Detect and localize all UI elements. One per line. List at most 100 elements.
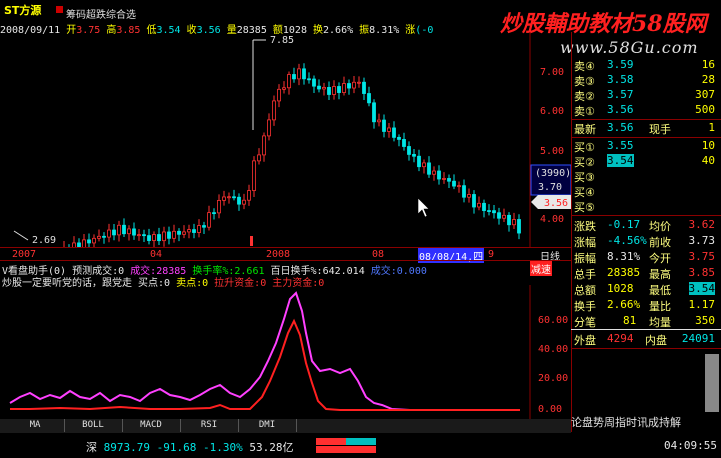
candle-body (512, 219, 516, 226)
candle-body (217, 199, 221, 214)
candle-body (137, 234, 141, 237)
current-price: 3.56 (544, 198, 568, 209)
candle-body (152, 234, 156, 241)
message-strip[interactable]: 论盘势周指时讯成持解 (571, 414, 721, 430)
ask-row[interactable]: 卖④ 3.59 16 (571, 58, 719, 73)
ind-tick-0: 0.00 (538, 404, 562, 415)
candle-body (97, 235, 101, 239)
stat-row: 总额 1028 最低 3.54 (574, 282, 715, 297)
date-tick: 08 (372, 249, 385, 260)
candle-body (332, 86, 336, 95)
candle-body (122, 224, 126, 235)
price-tick-7: 7.00 (540, 67, 564, 78)
candle-body (182, 231, 186, 235)
quote-panel: 卖④ 3.59 16 卖③ 3.58 28 卖② 3.57 307 卖① 3.56 500 最新… (571, 58, 721, 420)
candle-body (337, 86, 341, 93)
bid-row[interactable]: 买① 3.55 10 (571, 139, 719, 154)
candle-body (267, 119, 271, 137)
candle-body (442, 178, 446, 180)
tool-icon (56, 6, 63, 13)
candle-body (462, 185, 466, 198)
outer-inner-row: 外盘 4294 内盘 24091 (574, 332, 715, 347)
bid-row[interactable]: 买⑤ (571, 199, 719, 214)
candle-body (327, 87, 331, 95)
candle-body (422, 162, 426, 168)
indicator-chart[interactable]: 60.00 40.00 20.00 0.00 (0, 285, 571, 419)
tab-dmi[interactable]: DMI (238, 419, 297, 432)
low-marker-line (13, 230, 29, 241)
tab-rsi[interactable]: RSI (180, 419, 239, 432)
tool-label[interactable]: 筹码超跌综合选 (66, 6, 136, 21)
candle-body (147, 235, 151, 241)
ask-row[interactable]: 卖③ 3.58 28 (571, 73, 719, 88)
candle-body (297, 68, 301, 80)
tab-boll[interactable]: BOLL (64, 419, 123, 432)
candle-body (407, 146, 411, 155)
candle-body (382, 119, 386, 132)
event-marker (250, 236, 253, 246)
candle-body (192, 229, 196, 233)
candle-body (257, 154, 261, 162)
candle-body (277, 88, 281, 102)
panel-scrollbar[interactable] (705, 354, 719, 412)
candle-body (372, 102, 376, 123)
candle-body (237, 196, 241, 205)
low-label: 2.69 (32, 235, 56, 246)
candle-body (232, 196, 236, 199)
candle-body (82, 239, 86, 247)
ask-row[interactable]: 卖② 3.57 307 (571, 88, 719, 103)
candle-body (247, 190, 251, 201)
candle-body (172, 230, 176, 239)
tab-ma[interactable]: MA (6, 419, 65, 432)
candle-body (502, 214, 506, 219)
candle-body (312, 78, 316, 87)
candle-body (292, 74, 296, 80)
stat-row: 振幅 8.31% 今开 3.75 (574, 250, 715, 265)
candle-body (207, 212, 211, 228)
mouse-cursor-icon (417, 197, 430, 218)
clock: 04:09:55 (664, 439, 717, 452)
candle-body (412, 154, 416, 157)
candle-body (492, 210, 496, 214)
ind-tick-20: 20.00 (538, 373, 568, 384)
candle-body (132, 228, 136, 236)
last-price-row[interactable]: 最新 3.56 现手 1 (571, 121, 719, 136)
tab-macd[interactable]: MACD (122, 419, 181, 432)
candle-body (102, 235, 106, 238)
ind-tick-60: 60.00 (538, 315, 568, 326)
stat-row: 涨跌 -0.17 均价 3.62 (574, 218, 715, 233)
candle-body (142, 234, 146, 237)
index-ticker[interactable]: 深 8973.79 -91.68 -1.30% 53.28亿 (86, 439, 293, 455)
date-tick: 9 (488, 249, 495, 260)
candles (63, 63, 521, 247)
candlestick-chart[interactable]: 7.85 2.69 7.00 6.00 5.00 4.00 (3990) 3.7… (0, 32, 571, 247)
indicator-divider (0, 260, 571, 261)
candle-body (202, 225, 206, 228)
candle-body (517, 219, 521, 234)
ind-tick-40: 40.00 (538, 344, 568, 355)
candle-body (432, 170, 436, 175)
candle-body (362, 81, 366, 94)
ask-row[interactable]: 卖① 3.56 500 (571, 103, 719, 118)
candle-body (127, 228, 131, 235)
candle-body (377, 119, 381, 123)
candle-body (177, 230, 181, 235)
candle-body (187, 229, 191, 233)
stat-row: 总手 28385 最高 3.85 (574, 266, 715, 281)
candle-body (107, 229, 111, 238)
price-tick-6: 6.00 (540, 106, 564, 117)
bid-row[interactable]: 买③ (571, 169, 719, 184)
candle-body (367, 93, 371, 104)
indicator-tabs: MA BOLL MACD RSI DMI (0, 419, 571, 433)
bid-row[interactable]: 买④ (571, 184, 719, 199)
price-tick-5: 5.00 (540, 146, 564, 157)
candle-body (352, 81, 356, 89)
candle-body (157, 234, 161, 242)
bid-row[interactable]: 买② 3.54 40 (571, 154, 719, 169)
stat-row: 涨幅 -4.56% 前收 3.73 (574, 234, 715, 249)
stock-name[interactable]: ST方源 (4, 2, 41, 18)
candle-body (447, 178, 451, 182)
candle-body (302, 68, 306, 80)
candle-body (227, 196, 231, 199)
date-tick: 2007 (12, 249, 37, 260)
